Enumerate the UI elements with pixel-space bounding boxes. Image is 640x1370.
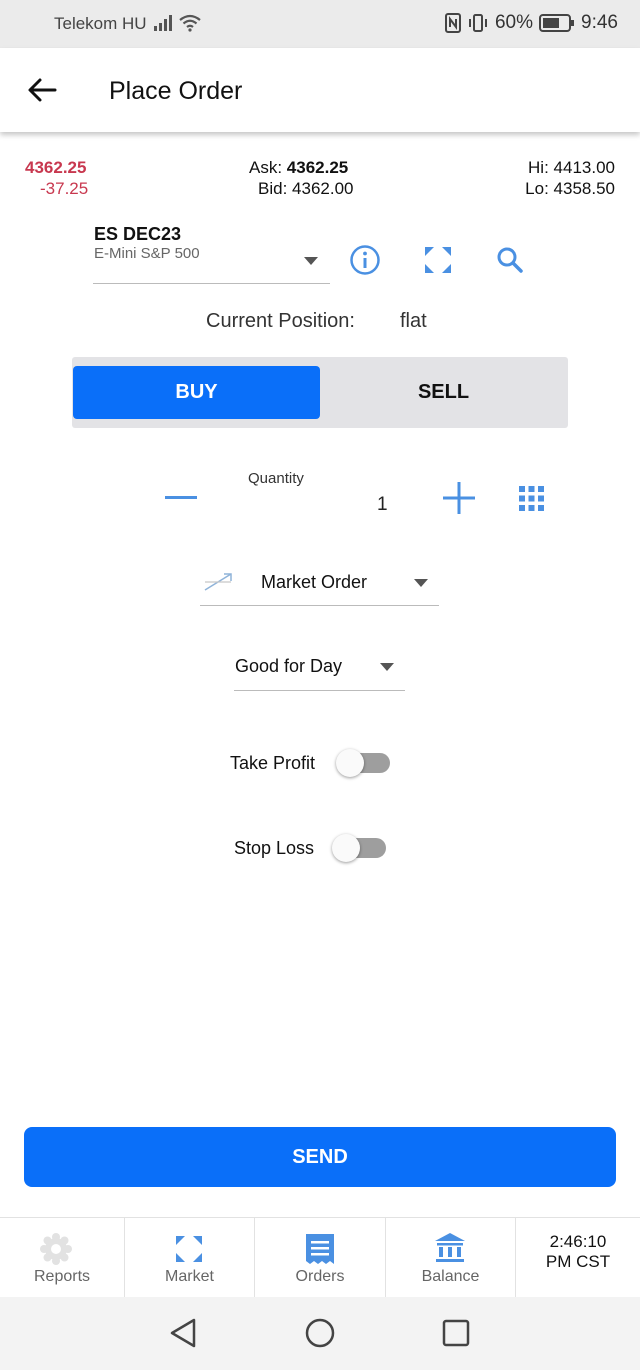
carrier-name: Telekom HU [54,14,147,33]
minus-icon[interactable] [164,487,198,507]
nav-market-label: Market [165,1268,214,1285]
battery-percent: 60% [494,12,534,33]
take-profit-toggle-knob[interactable] [336,749,364,777]
ask-value: 4362.25 [286,158,349,177]
battery-icon [539,14,575,32]
order-type-underline [200,605,439,606]
instrument-symbol: ES DEC23 [94,224,182,244]
plus-icon[interactable] [442,481,476,515]
search-icon[interactable] [496,246,524,274]
orders-icon [306,1234,334,1264]
back-arrow-icon[interactable] [26,76,58,104]
market-icon [176,1236,202,1262]
ask-quote: Ask: 4362.25 [249,158,348,178]
expand-icon[interactable] [423,245,453,275]
signal-icon [154,15,172,31]
app-bar: Place Order [0,48,640,132]
back-triangle-icon[interactable] [168,1317,198,1349]
order-type-value: Market Order [261,572,368,592]
bottom-nav: Reports Market Orders Balance 2:46:10 PM… [0,1217,640,1298]
instrument-underline [93,283,330,284]
low-label: Lo: [525,179,549,198]
high-value: 4413.00 [553,158,615,177]
price-change: -37.25 [40,179,89,198]
chevron-down-icon[interactable] [414,579,428,587]
server-clock-time: 2:46:10 [549,1232,607,1251]
bid-quote: Bid: 4362.00 [258,179,353,199]
reports-icon [40,1233,72,1265]
vibrate-icon [468,14,487,32]
nav-balance-label: Balance [421,1268,480,1285]
nav-orders[interactable]: Orders [255,1218,385,1298]
status-right: 60% 9:46 [444,12,618,34]
nav-market[interactable]: Market [125,1218,254,1298]
send-button[interactable]: SEND [24,1127,616,1187]
low-value: 4358.50 [553,179,615,198]
buy-button[interactable]: BUY [73,366,320,419]
quantity-value[interactable]: 1 [377,494,388,516]
nav-reports-label: Reports [33,1268,91,1285]
low-quote: Lo: 4358.50 [525,179,615,199]
bank-icon [435,1233,465,1262]
stop-loss-toggle-knob[interactable] [332,834,360,862]
high-label: Hi: [528,158,549,177]
page-title: Place Order [109,77,243,105]
chevron-down-icon[interactable] [304,257,318,265]
sell-button[interactable]: SELL [320,366,567,419]
keypad-icon[interactable] [518,485,545,512]
nav-balance[interactable]: Balance [386,1218,515,1298]
stop-loss-label: Stop Loss [234,838,315,858]
server-clock: 2:46:10 PM CST [516,1218,640,1298]
info-icon[interactable] [349,244,381,276]
bid-label: Bid: [258,179,288,198]
nfc-icon [444,13,461,33]
clock: 9:46 [581,12,618,33]
market-order-icon [204,573,232,591]
duration-value: Good for Day [235,656,343,676]
duration-underline [234,690,405,691]
home-circle-icon[interactable] [304,1317,336,1349]
system-nav-bar [0,1297,640,1370]
chevron-down-icon[interactable] [380,663,394,671]
nav-orders-label: Orders [295,1268,345,1285]
bid-value: 4362.00 [292,179,354,198]
last-price: 4362.25 [25,158,87,177]
recents-square-icon[interactable] [441,1318,471,1348]
current-position-value: flat [400,310,427,332]
current-position-label: Current Position: [206,310,355,332]
wifi-icon [179,14,201,32]
status-bar: Telekom HU 60% 9:46 [0,0,640,48]
take-profit-label: Take Profit [230,753,316,773]
instrument-description: E-Mini S&P 500 [94,245,200,262]
ask-label: Ask: [249,158,283,177]
server-clock-zone: PM CST [545,1252,611,1271]
quantity-label: Quantity [248,470,304,487]
high-quote: Hi: 4413.00 [528,158,615,178]
nav-reports[interactable]: Reports [0,1218,124,1298]
